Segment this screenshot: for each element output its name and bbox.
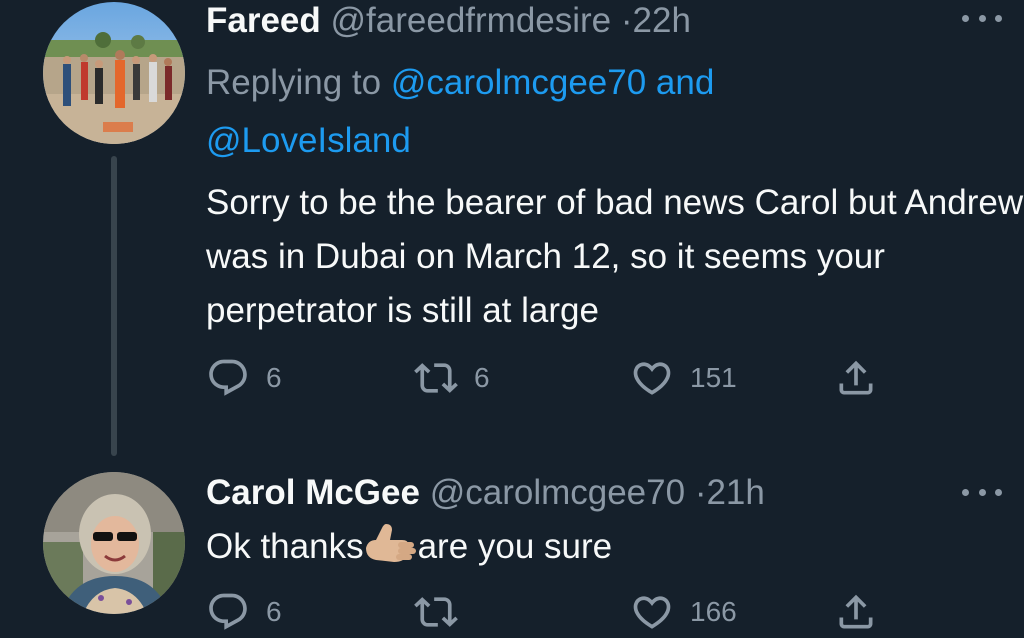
- timestamp[interactable]: 22h: [633, 1, 691, 40]
- retweet-icon: [414, 363, 458, 393]
- reply-count: 6: [266, 362, 282, 393]
- replying-to: Replying to @carolmcgee70 and @LoveIslan…: [206, 54, 846, 170]
- tweet-header: Carol McGee @carolmcgee70 ·21h: [206, 472, 765, 514]
- share-button[interactable]: [834, 352, 878, 404]
- thumbs-up-emoji: [365, 524, 416, 562]
- timestamp[interactable]: 21h: [706, 473, 764, 512]
- separator-dot: ·: [620, 1, 633, 40]
- mention-carolmcgee70[interactable]: @carolmcgee70: [391, 63, 646, 102]
- reply-count: 6: [266, 596, 282, 627]
- like-button[interactable]: 166: [630, 586, 737, 638]
- tweet-actions: 6 6 151: [206, 352, 896, 404]
- user-handle[interactable]: @carolmcgee70: [430, 473, 685, 512]
- retweet-button[interactable]: [414, 586, 458, 638]
- tweet-fareed[interactable]: Fareed @fareedfrmdesire ·22h Replying to…: [0, 0, 1024, 460]
- like-button[interactable]: 151: [630, 352, 737, 404]
- more-icon[interactable]: [962, 480, 1002, 504]
- like-count: 166: [690, 596, 737, 627]
- retweet-button[interactable]: 6: [414, 352, 490, 404]
- reply-button[interactable]: 6: [206, 586, 282, 638]
- share-button[interactable]: [834, 586, 878, 638]
- tweet-actions: 6 166: [206, 586, 896, 638]
- mention-loveisland[interactable]: @LoveIsland: [206, 121, 411, 160]
- retweet-count: 6: [474, 362, 490, 393]
- tweet-text: Ok thanks are you sure: [206, 520, 1006, 574]
- replying-prefix: Replying to: [206, 63, 391, 102]
- like-count: 151: [690, 362, 737, 393]
- reply-button[interactable]: 6: [206, 352, 282, 404]
- avatar-carol[interactable]: [43, 472, 185, 614]
- like-icon: [633, 596, 671, 629]
- thread-line: [111, 156, 117, 456]
- display-name[interactable]: Carol McGee: [206, 473, 420, 512]
- tweet-text-part: Ok thanks: [206, 527, 364, 566]
- avatar-fareed[interactable]: [43, 2, 185, 144]
- tweet-header: Fareed @fareedfrmdesire ·22h: [206, 0, 691, 42]
- reply-icon: [209, 593, 247, 630]
- display-name[interactable]: Fareed: [206, 1, 321, 40]
- like-icon: [633, 362, 671, 395]
- share-icon: [839, 360, 873, 395]
- share-icon: [839, 594, 873, 629]
- retweet-icon: [414, 597, 458, 627]
- separator-dot: ·: [694, 473, 707, 512]
- tweet-text-part: are you sure: [417, 527, 613, 566]
- tweet-thread: Fareed @fareedfrmdesire ·22h Replying to…: [0, 0, 1024, 638]
- tweet-text: Sorry to be the bearer of bad news Carol…: [206, 183, 1024, 330]
- mention-joiner: and: [646, 63, 715, 102]
- more-icon[interactable]: [962, 6, 1002, 30]
- user-handle[interactable]: @fareedfrmdesire: [331, 1, 612, 40]
- reply-icon: [209, 359, 247, 396]
